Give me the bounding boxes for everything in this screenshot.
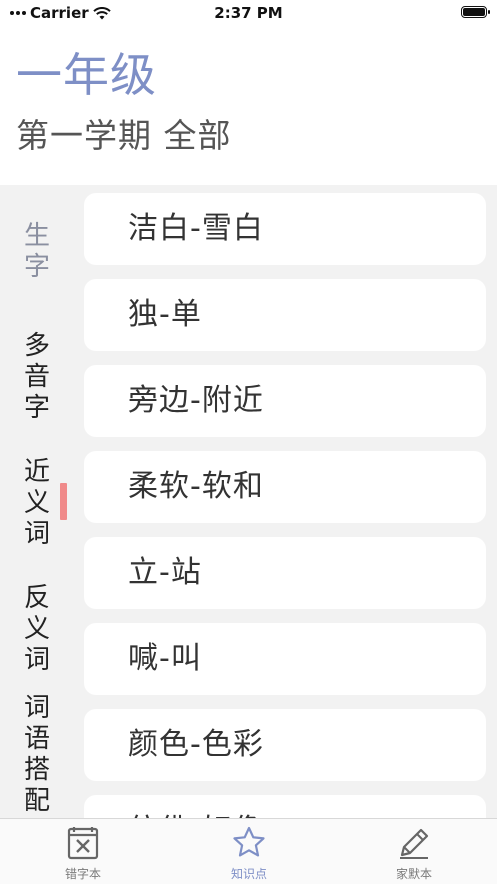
- word-pair-text: 洁白-雪白: [128, 211, 264, 246]
- word-pair-text: 旁边-附近: [128, 383, 264, 418]
- tab-mistake-book[interactable]: 错字本: [23, 819, 143, 884]
- tab-home-dictation[interactable]: 家默本: [354, 819, 474, 884]
- status-time: 2:37 PM: [214, 4, 283, 22]
- category-antonyms[interactable]: 反义词: [20, 583, 54, 676]
- category-new-characters[interactable]: 生字: [20, 221, 54, 283]
- grade-title[interactable]: 一年级: [16, 46, 157, 104]
- tab-bar: 错字本 知识点 家默本: [0, 818, 497, 884]
- list-item[interactable]: 立-站: [84, 537, 486, 609]
- list-item[interactable]: 洁白-雪白: [84, 193, 486, 265]
- active-category-indicator: [60, 483, 67, 520]
- pencil-icon: [400, 828, 429, 859]
- word-pair-text: 颜色-色彩: [128, 727, 264, 762]
- tab-label: 知识点: [230, 867, 267, 881]
- category-synonyms[interactable]: 近义词: [20, 457, 54, 550]
- tab-knowledge-points[interactable]: 知识点: [189, 819, 309, 884]
- semester-filter[interactable]: 第一学期 全部: [16, 114, 232, 158]
- category-word-collocation[interactable]: 词语搭配: [20, 693, 54, 817]
- content-area: 生字 多音字 近义词 反义词 词语搭配 洁白-雪白 独-单 旁边-附近 柔软-软…: [0, 185, 497, 818]
- battery-icon: [461, 6, 490, 18]
- tab-label: 家默本: [395, 867, 432, 881]
- word-pair-text: 独-单: [128, 297, 202, 332]
- category-polyphones[interactable]: 多音字: [20, 331, 54, 424]
- list-item[interactable]: 旁边-附近: [84, 365, 486, 437]
- list-item[interactable]: 颜色-色彩: [84, 709, 486, 781]
- list-item[interactable]: 独-单: [84, 279, 486, 351]
- word-pair-text: 立-站: [128, 555, 202, 590]
- list-item[interactable]: 仿佛-好像: [84, 795, 486, 818]
- status-bar: Carrier 2:37 PM: [0, 0, 497, 28]
- category-sidebar: 生字 多音字 近义词 反义词 词语搭配: [0, 185, 76, 818]
- tab-label: 错字本: [64, 867, 101, 881]
- notebook-x-icon: [67, 827, 99, 860]
- star-icon: [233, 826, 265, 857]
- word-pair-text: 柔软-软和: [128, 469, 264, 504]
- word-pair-text: 仿佛-好像: [128, 795, 264, 818]
- word-pair-text: 喊-叫: [128, 641, 202, 676]
- list-item[interactable]: 喊-叫: [84, 623, 486, 695]
- list-item[interactable]: 柔软-软和: [84, 451, 486, 523]
